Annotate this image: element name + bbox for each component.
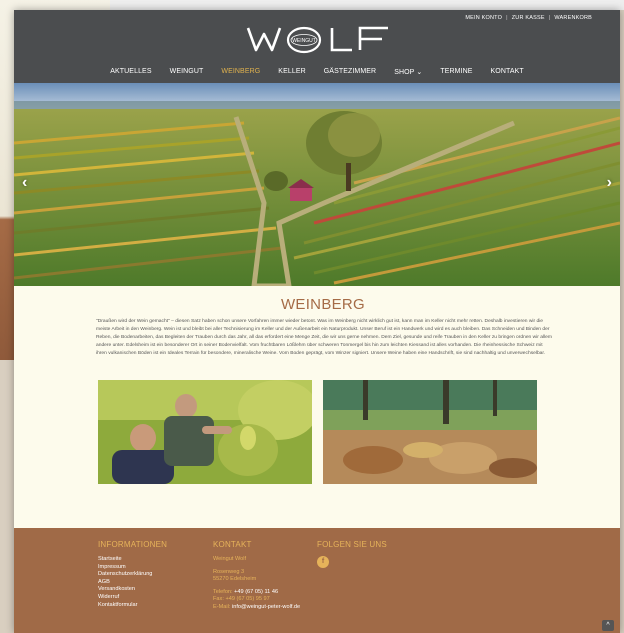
slider-prev-button[interactable]: ‹ bbox=[22, 175, 27, 191]
vineyard-hero-image bbox=[14, 83, 620, 286]
footer-info-heading: INFORMATIONEN bbox=[98, 540, 168, 549]
winemakers-photo[interactable] bbox=[98, 380, 312, 484]
cart-link[interactable]: WARENKORB bbox=[554, 15, 592, 21]
wolf-logo[interactable]: WEINGUT bbox=[246, 24, 392, 56]
fax-label: Fax: bbox=[213, 596, 224, 603]
logo-badge-text: WEINGUT bbox=[292, 38, 316, 44]
footer-contact-column: KONTAKT Weingut Wolf Rosenweg 3 55270 Ed… bbox=[213, 540, 300, 612]
nav-shop[interactable]: SHOP ⌄ bbox=[385, 68, 431, 76]
footer-social-column: FOLGEN SIE UNS f bbox=[317, 540, 387, 568]
mail-link[interactable]: info@weingut-peter-wolf.de bbox=[232, 604, 300, 610]
footer-link-kontaktformular[interactable]: Kontaktformular bbox=[98, 602, 167, 610]
checkout-link[interactable]: ZUR KASSE bbox=[512, 15, 545, 21]
nav-weinberg[interactable]: WEINBERG bbox=[212, 68, 269, 76]
main-content: WEINBERG "Draußen wird der Wein gemacht"… bbox=[14, 286, 620, 358]
topnav-separator: | bbox=[548, 15, 551, 21]
my-account-link[interactable]: MEIN KONTO bbox=[465, 15, 502, 21]
nav-gaestezimmer[interactable]: GÄSTEZIMMER bbox=[315, 68, 385, 76]
main-navigation: AKTUELLES WEINGUT WEINBERG KELLER GÄSTEZ… bbox=[14, 68, 620, 76]
phone-label: Telefon: bbox=[213, 588, 233, 595]
facebook-icon[interactable]: f bbox=[317, 556, 329, 568]
slider-next-button[interactable]: › bbox=[607, 175, 612, 191]
vineyard-soil-photo[interactable] bbox=[323, 380, 537, 484]
nav-kontakt[interactable]: KONTAKT bbox=[482, 68, 533, 76]
hero-slider: ‹ › bbox=[14, 83, 620, 286]
contact-phone: Telefon: +49 (67 05) 11 46 bbox=[213, 589, 300, 597]
footer-link-widerruf[interactable]: Widerruf bbox=[98, 594, 167, 602]
nav-termine[interactable]: TERMINE bbox=[431, 68, 481, 76]
scroll-to-top-button[interactable]: ^ bbox=[602, 620, 614, 631]
footer-link-impressum[interactable]: Impressum bbox=[98, 564, 167, 572]
page-title: WEINBERG bbox=[280, 296, 366, 313]
footer-link-startseite[interactable]: Startseite bbox=[98, 556, 167, 564]
nav-aktuelles[interactable]: AKTUELLES bbox=[101, 68, 160, 76]
topnav-separator: | bbox=[506, 15, 508, 21]
footer-social-heading: FOLGEN SIE UNS bbox=[317, 540, 387, 549]
intro-text: "Draußen wird der Wein gemacht" – diesen… bbox=[96, 319, 552, 356]
phone-value[interactable]: +49 (67 05) 11 46 bbox=[234, 589, 278, 595]
footer-link-versandkosten[interactable]: Versandkosten bbox=[98, 586, 167, 594]
footer-link-agb[interactable]: AGB bbox=[98, 579, 167, 587]
site-header: MEIN KONTO | ZUR KASSE | WARENKORB WEING… bbox=[14, 10, 620, 83]
footer-link-datenschutz[interactable]: Datenschutzerklärung bbox=[98, 571, 167, 579]
footer-info-column: INFORMATIONEN Startseite Impressum Daten… bbox=[98, 540, 167, 609]
nav-weingut[interactable]: WEINGUT bbox=[161, 68, 213, 76]
footer-contact-heading: KONTAKT bbox=[213, 540, 252, 549]
nav-keller[interactable]: KELLER bbox=[269, 68, 314, 76]
contact-city: 55270 Edelsheim bbox=[213, 576, 257, 583]
website-page: MEIN KONTO | ZUR KASSE | WARENKORB WEING… bbox=[14, 10, 620, 633]
contact-fax: Fax: +49 (67 05) 95 97 bbox=[213, 596, 300, 604]
site-footer: INFORMATIONEN Startseite Impressum Daten… bbox=[14, 528, 620, 633]
fax-value: +49 (67 05) 95 97 bbox=[225, 596, 270, 603]
contact-name: Weingut Wolf bbox=[213, 556, 247, 562]
mail-label: E-Mail: bbox=[213, 603, 231, 610]
photo-gallery bbox=[98, 380, 538, 484]
contact-mail: E-Mail: info@weingut-peter-wolf.de bbox=[213, 604, 300, 612]
contact-street: Rosenweg 3 bbox=[213, 568, 245, 575]
top-navigation: MEIN KONTO | ZUR KASSE | WARENKORB bbox=[465, 15, 592, 21]
